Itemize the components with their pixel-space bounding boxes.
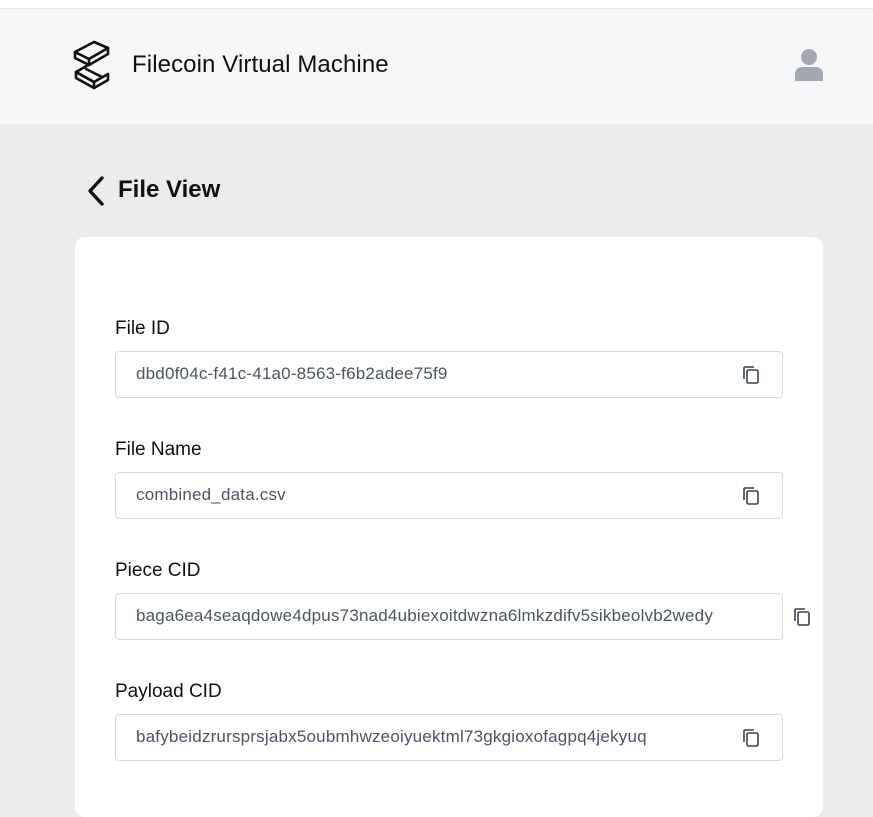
copy-piece-cid-button[interactable]: [791, 606, 813, 628]
fvm-logo-icon: [72, 39, 112, 95]
chevron-left-icon: [84, 176, 108, 212]
copy-icon: [740, 485, 762, 507]
file-name-field: combined_data.csv: [115, 472, 783, 519]
payload-cid-value[interactable]: bafybeidzrursprsjabx5oubmhwzeoiyuektml73…: [136, 727, 647, 747]
app-header: Filecoin Virtual Machine: [0, 9, 873, 124]
copy-file-id-button[interactable]: [740, 364, 762, 386]
app-title: Filecoin Virtual Machine: [132, 51, 389, 78]
file-name-value[interactable]: combined_data.csv: [136, 485, 286, 505]
user-icon[interactable]: [793, 47, 825, 81]
file-id-field: dbd0f04c-f41c-41a0-8563-f6b2adee75f9: [115, 351, 783, 398]
file-details-card: File ID dbd0f04c-f41c-41a0-8563-f6b2adee…: [75, 237, 823, 817]
copy-file-name-button[interactable]: [740, 485, 762, 507]
file-id-value[interactable]: dbd0f04c-f41c-41a0-8563-f6b2adee75f9: [136, 364, 448, 384]
piece-cid-field: baga6ea4seaqdowe4dpus73nad4ubiexoitdwzna…: [115, 593, 810, 640]
payload-cid-label: Payload CID: [115, 681, 222, 702]
piece-cid-label: Piece CID: [115, 560, 201, 581]
payload-cid-field: bafybeidzrursprsjabx5oubmhwzeoiyuektml73…: [115, 714, 783, 761]
back-button[interactable]: [84, 174, 108, 208]
copy-icon: [740, 364, 762, 386]
file-name-label: File Name: [115, 439, 202, 460]
copy-payload-cid-button[interactable]: [740, 727, 762, 749]
page-title: File View: [118, 176, 221, 203]
piece-cid-value[interactable]: baga6ea4seaqdowe4dpus73nad4ubiexoitdwzna…: [136, 606, 713, 626]
window-top-edge: [0, 0, 873, 9]
file-id-label: File ID: [115, 318, 170, 339]
copy-icon: [740, 727, 762, 749]
copy-icon: [791, 606, 813, 628]
